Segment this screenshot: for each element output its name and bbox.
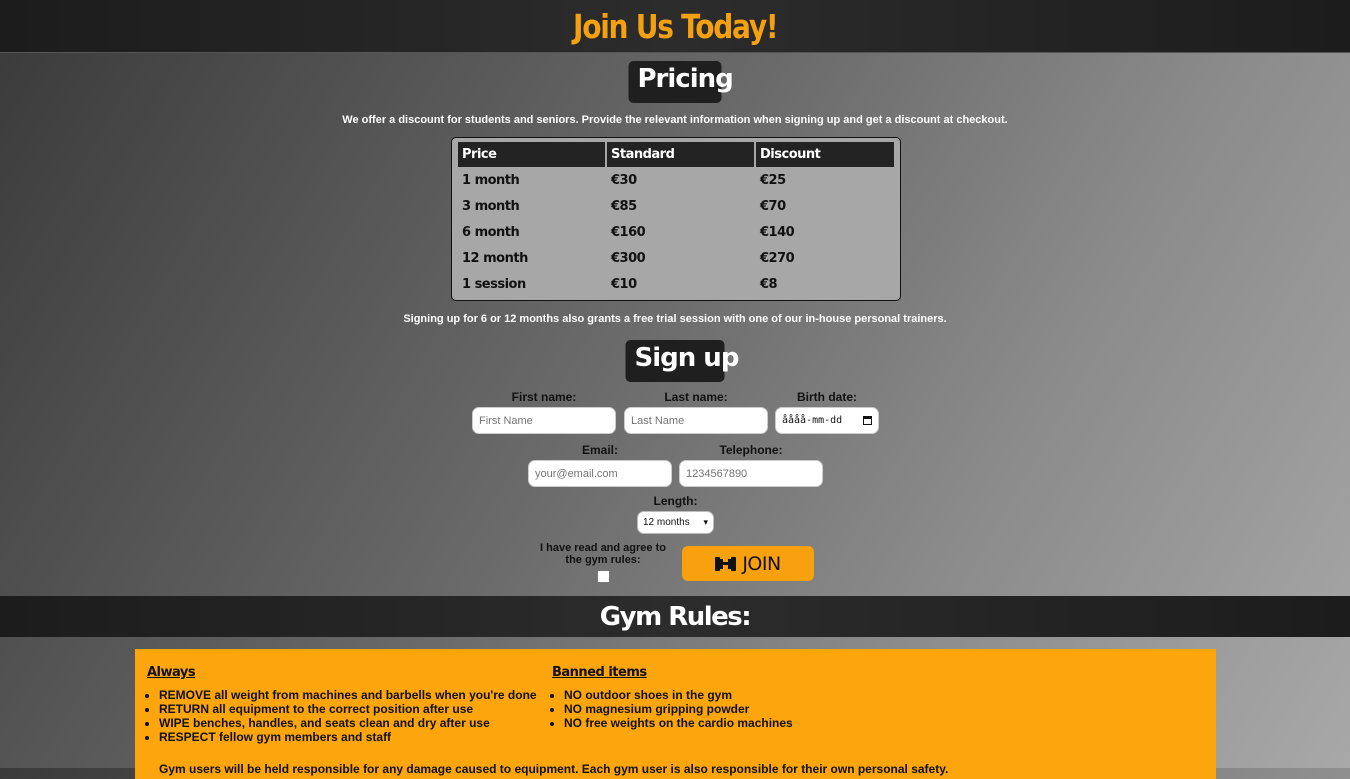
pricing-note: Signing up for 6 or 12 months also grant… (403, 313, 947, 325)
column-header-standard: Standard (607, 142, 754, 167)
discount-cell: €8 (760, 276, 778, 292)
standard-cell: €10 (611, 276, 637, 292)
calendar-icon[interactable] (863, 416, 872, 425)
standard-cell: €85 (611, 198, 637, 214)
table-row: 1 session €10 €8 (458, 271, 894, 297)
list-item: REMOVE all weight from machines and barb… (159, 688, 540, 702)
agree-label: I have read and agree to the gym rules: (540, 542, 666, 566)
first-name-input[interactable] (472, 407, 616, 434)
agree-checkbox[interactable] (596, 570, 610, 583)
last-name-label: Last name: (664, 390, 728, 404)
length-label: Length: (653, 494, 698, 508)
table-row: 3 month €85 €70 (458, 193, 894, 219)
discount-cell: €70 (760, 198, 786, 214)
first-name-label: First name: (511, 390, 577, 404)
email-field[interactable] (528, 460, 672, 487)
join-button-label: JOIN (742, 552, 781, 575)
list-item: NO free weights on the cardio machines (564, 716, 940, 730)
telephone-field[interactable] (679, 460, 823, 487)
birth-date-input[interactable]: åååå-mm-dd (775, 407, 879, 434)
price-cell: 6 month (462, 224, 520, 240)
column-header-price: Price (458, 142, 605, 167)
length-select[interactable]: 12 months ▾ (637, 511, 714, 534)
rules-panel: Always REMOVE all weight from machines a… (135, 649, 1216, 779)
rules-heading: Gym Rules: (599, 601, 752, 632)
chevron-down-icon: ▾ (703, 517, 708, 527)
length-selected-value: 12 months (643, 517, 690, 528)
table-row: 12 month €300 €270 (458, 245, 894, 271)
pricing-intro: We offer a discount for students and sen… (342, 114, 1008, 126)
rules-note: Gym users will be held responsible for a… (159, 762, 949, 776)
telephone-label: Telephone: (719, 443, 783, 457)
list-item: WIPE benches, handles, and seats clean a… (159, 716, 540, 730)
join-button[interactable]: JOIN (682, 546, 814, 581)
list-item: NO outdoor shoes in the gym (564, 688, 940, 702)
dumbbell-icon (715, 556, 737, 571)
list-item: NO magnesium gripping powder (564, 702, 940, 716)
standard-cell: €30 (611, 172, 637, 188)
birth-date-value: åååå-mm-dd (782, 415, 843, 426)
last-name-input[interactable] (624, 407, 768, 434)
last-name-group: Last name: (624, 390, 768, 434)
banned-list: NO outdoor shoes in the gym NO magnesium… (540, 688, 940, 730)
banned-column: Banned items NO outdoor shoes in the gym… (540, 665, 940, 730)
price-cell: 12 month (462, 250, 528, 266)
always-title: Always (147, 665, 196, 680)
birth-date-label: Birth date: (797, 390, 857, 404)
rules-header: Gym Rules: (0, 596, 1350, 637)
always-column: Always REMOVE all weight from machines a… (135, 665, 540, 744)
telephone-group: Telephone: (679, 443, 823, 487)
discount-cell: €270 (760, 250, 795, 266)
email-label: Email: (581, 443, 618, 457)
email-group: Email: (528, 443, 672, 487)
standard-cell: €160 (611, 224, 646, 240)
discount-cell: €25 (760, 172, 786, 188)
list-item: RETURN all equipment to the correct posi… (159, 702, 540, 716)
table-row: 6 month €160 €140 (458, 219, 894, 245)
price-cell: 1 session (462, 276, 526, 292)
pricing-heading: Pricing (628, 61, 734, 103)
length-group: Length: 12 months ▾ (637, 494, 714, 534)
agree-group: I have read and agree to the gym rules: (538, 542, 668, 583)
list-item: RESPECT fellow gym members and staff (159, 730, 540, 744)
page-header: Join Us Today! (0, 0, 1350, 53)
discount-cell: €140 (760, 224, 795, 240)
first-name-group: First name: (472, 390, 616, 434)
price-cell: 3 month (462, 198, 520, 214)
price-cell: 1 month (462, 172, 520, 188)
page-title: Join Us Today! (572, 6, 779, 46)
table-row: 1 month €30 €25 (458, 167, 894, 193)
pricing-table: Price Standard Discount 1 month €30 €25 … (451, 137, 901, 301)
pricing-header-row: Price Standard Discount (458, 142, 894, 167)
birth-date-group: Birth date: åååå-mm-dd (775, 390, 879, 434)
always-list: REMOVE all weight from machines and barb… (135, 688, 540, 744)
standard-cell: €300 (611, 250, 646, 266)
signup-heading: Sign up (625, 340, 739, 382)
banned-title: Banned items (552, 665, 647, 680)
column-header-discount: Discount (756, 142, 894, 167)
